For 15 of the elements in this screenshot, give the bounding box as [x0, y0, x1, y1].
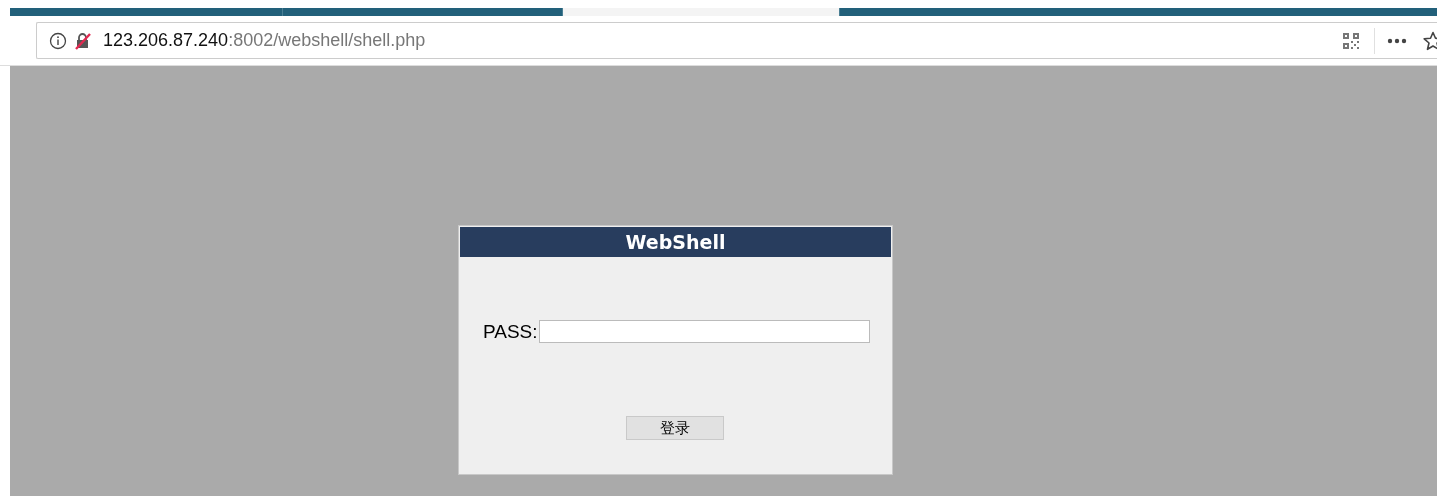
- address-bar[interactable]: 123.206.87.240:8002/webshell/shell.php: [36, 22, 1437, 59]
- password-field[interactable]: [538, 320, 870, 343]
- insecure-lock-icon: [74, 31, 92, 50]
- browser-tab[interactable]: [840, 8, 1437, 16]
- login-button[interactable]: 登录: [625, 416, 724, 440]
- panel-title: WebShell: [460, 227, 891, 257]
- browser-tab[interactable]: [283, 8, 563, 16]
- star-icon[interactable]: [1423, 30, 1437, 51]
- url-text[interactable]: 123.206.87.240:8002/webshell/shell.php: [103, 30, 426, 51]
- qr-code-icon[interactable]: [1342, 31, 1360, 50]
- browser-tab[interactable]: [563, 8, 840, 16]
- browser-tab[interactable]: [10, 8, 283, 16]
- info-icon[interactable]: [49, 31, 67, 50]
- password-label: PASS:: [483, 320, 538, 343]
- more-icon[interactable]: [1387, 37, 1407, 44]
